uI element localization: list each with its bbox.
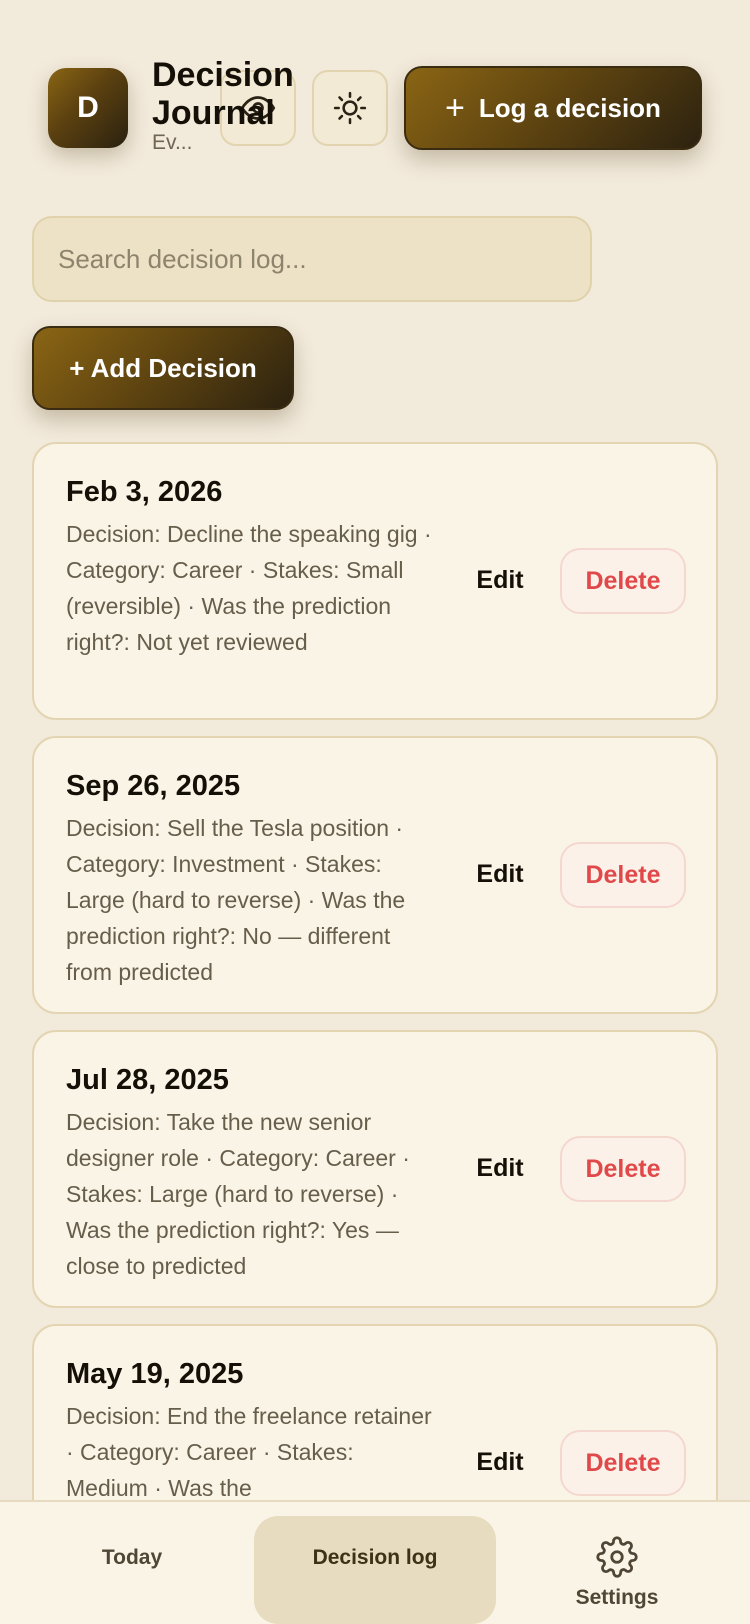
nav-tab-decision-log-label: Decision log bbox=[312, 1546, 438, 1569]
sun-icon bbox=[333, 91, 367, 125]
theme-toggle-button[interactable] bbox=[312, 70, 388, 146]
plus-icon: + bbox=[445, 89, 465, 127]
nav-tab-today[interactable]: Today bbox=[32, 1516, 232, 1624]
nav-tab-settings[interactable]: Settings bbox=[517, 1516, 717, 1624]
app-title: Decision Journal bbox=[152, 56, 294, 132]
search-input[interactable] bbox=[32, 216, 592, 302]
decision-description: Decision: End the freelance retainer · C… bbox=[66, 1403, 432, 1501]
edit-button[interactable]: Edit bbox=[462, 1432, 538, 1492]
app-avatar: D bbox=[48, 68, 128, 148]
delete-button[interactable]: Delete bbox=[560, 842, 686, 908]
delete-button[interactable]: Delete bbox=[560, 1136, 686, 1202]
nav-tab-today-label: Today bbox=[101, 1546, 163, 1569]
app-header: D Decision Journal Ev... + Log a decisio… bbox=[0, 0, 750, 200]
decision-date: Jul 28, 2025 bbox=[66, 1064, 229, 1096]
edit-button[interactable]: Edit bbox=[462, 550, 538, 610]
gear-icon bbox=[596, 1536, 638, 1578]
decision-date: Sep 26, 2025 bbox=[66, 770, 241, 802]
decision-card: Jul 28, 2025 Decision: Take the new seni… bbox=[32, 1030, 718, 1308]
delete-button[interactable]: Delete bbox=[560, 548, 686, 614]
decision-description: Decision: Decline the speaking gig · Cat… bbox=[66, 521, 432, 655]
nav-tab-settings-label: Settings bbox=[575, 1586, 659, 1609]
add-decision-button[interactable]: + Add Decision bbox=[32, 326, 294, 410]
decision-date: May 19, 2025 bbox=[66, 1358, 244, 1390]
nav-tab-decision-log[interactable]: Decision log bbox=[254, 1516, 496, 1624]
decision-description: Decision: Sell the Tesla position · Cate… bbox=[66, 815, 406, 985]
decision-card: Sep 26, 2025 Decision: Sell the Tesla po… bbox=[32, 736, 718, 1014]
edit-button[interactable]: Edit bbox=[462, 1138, 538, 1198]
delete-button[interactable]: Delete bbox=[560, 1430, 686, 1496]
log-decision-label: Log a decision bbox=[478, 92, 661, 123]
log-decision-button[interactable]: + Log a decision bbox=[404, 66, 702, 150]
app-subtitle: Ev... bbox=[152, 131, 193, 154]
decision-description: Decision: Take the new senior designer r… bbox=[66, 1109, 410, 1279]
decision-date: Feb 3, 2026 bbox=[66, 476, 223, 508]
bottom-navigation: Today Decision log Settings bbox=[0, 1500, 750, 1624]
decision-card: Feb 3, 2026 Decision: Decline the speaki… bbox=[32, 442, 718, 720]
edit-button[interactable]: Edit bbox=[462, 844, 538, 904]
